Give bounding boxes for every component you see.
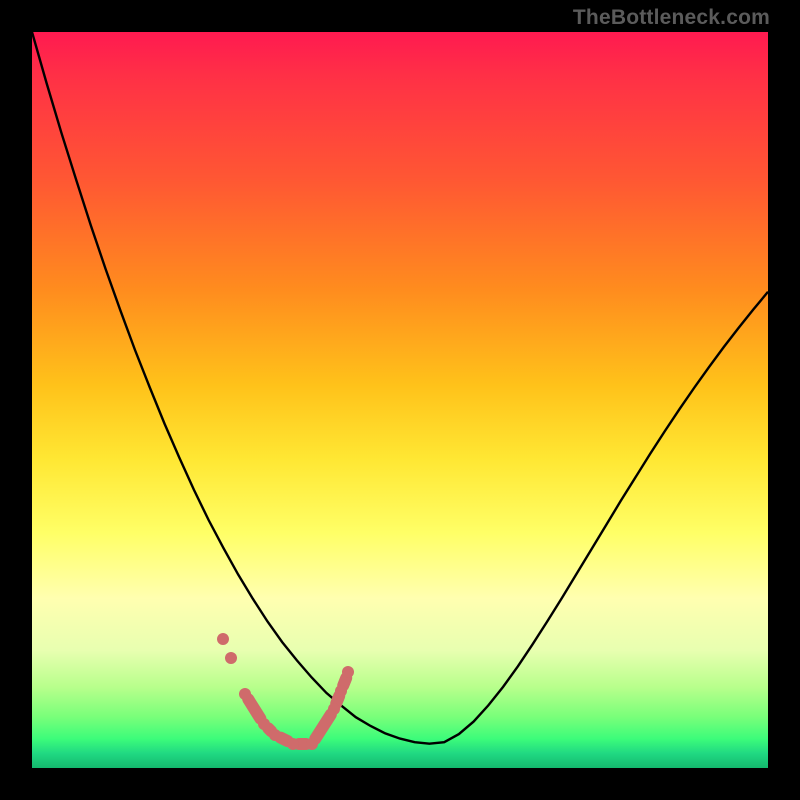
highlight-dot: [335, 685, 347, 697]
highlight-dot: [269, 729, 281, 741]
plot-area: [32, 32, 768, 768]
watermark-text: TheBottleneck.com: [573, 6, 770, 30]
highlight-dot: [225, 652, 237, 664]
highlight-dot: [258, 718, 270, 730]
highlight-dot: [217, 633, 229, 645]
highlight-dots-layer: [32, 32, 768, 768]
highlight-dot: [287, 738, 299, 750]
highlight-dot: [306, 738, 318, 750]
highlight-dot: [342, 666, 354, 678]
outer-frame: TheBottleneck.com: [0, 0, 800, 800]
highlight-dot: [239, 688, 251, 700]
highlight-dot: [328, 703, 340, 715]
